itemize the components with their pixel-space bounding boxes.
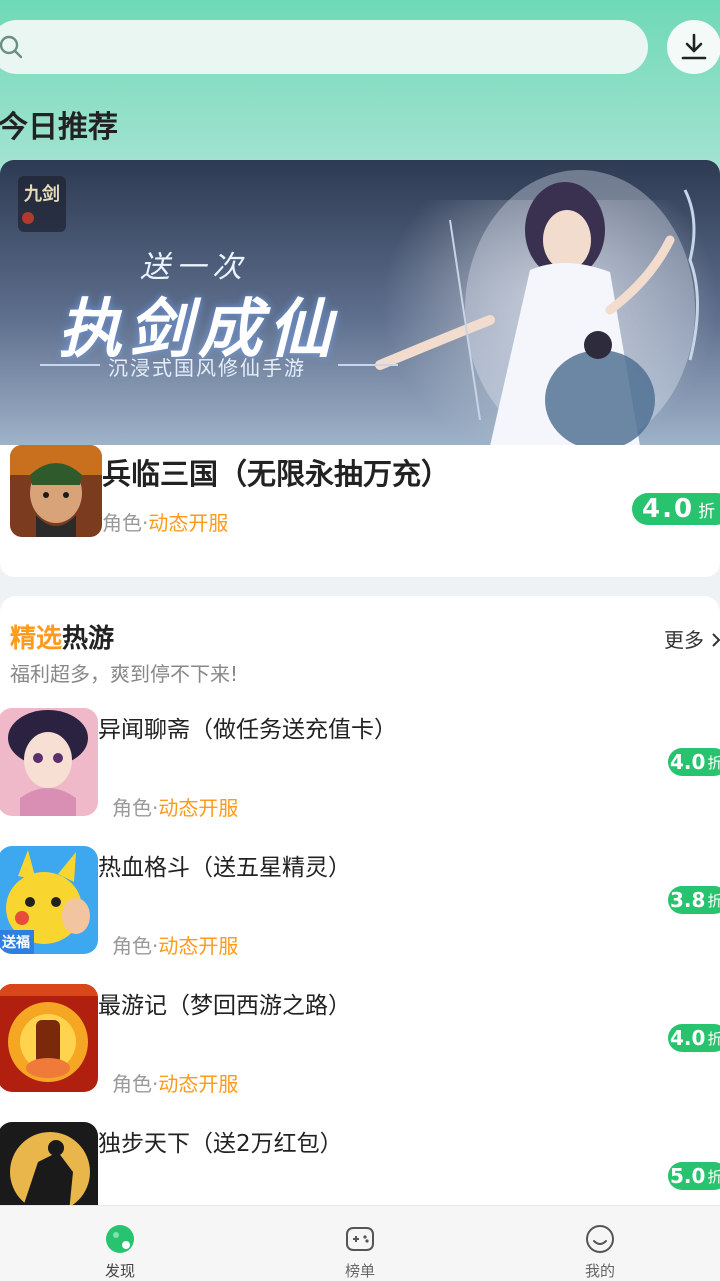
game-icon-rexue[interactable]: 送福 <box>0 846 98 954</box>
discount-value: 4.0 <box>670 1026 706 1050</box>
tab-ranking[interactable]: 榜单 <box>240 1206 480 1281</box>
hot-title-highlight: 精选 <box>10 624 63 654</box>
discount-value: 5.0 <box>670 1164 706 1188</box>
hot-games-section: 精选热游 更多 福利超多，爽到停不下来! 异闻聊斋（做任务送充值卡） 4.0 折 … <box>0 596 720 1230</box>
search-icon <box>0 35 23 59</box>
discount-value: 4.0 <box>670 750 706 774</box>
game-icon-yiwen[interactable] <box>0 708 98 816</box>
discount-unit: 折 <box>707 1167 720 1186</box>
tag-category: 角色 <box>112 1072 152 1096</box>
discount-unit: 折 <box>707 753 720 772</box>
discount-unit: 折 <box>707 891 720 910</box>
tag-category: 角色 <box>112 934 152 958</box>
game-logo: 九剑 <box>18 176 66 232</box>
featured-game-card[interactable]: 兵临三国（无限永抽万充） 角色·动态开服 4.0 折 <box>0 445 720 577</box>
download-button[interactable] <box>667 20 720 74</box>
search-input[interactable] <box>32 34 648 60</box>
tab-label: 我的 <box>584 1262 615 1280</box>
tab-label: 榜单 <box>344 1262 375 1280</box>
banner-divider-left <box>40 364 100 366</box>
download-icon <box>681 33 707 60</box>
more-link[interactable]: 更多 <box>664 624 720 653</box>
tag-category: 角色 <box>112 796 152 820</box>
game-name[interactable]: 独步天下（送2万红包） <box>98 1124 343 1158</box>
hot-section-title: 精选热游 <box>10 618 114 655</box>
featured-game-name[interactable]: 兵临三国（无限永抽万充） <box>102 451 450 493</box>
game-list-item[interactable]: 最游记（梦回西游之路） 4.0 折 角色·动态开服 <box>0 984 720 1104</box>
discount-value: 4.0 <box>642 494 695 524</box>
game-name[interactable]: 异闻聊斋（做任务送充值卡） <box>98 710 397 744</box>
promo-banner[interactable]: 九剑 送一次 执剑成仙 沉浸式国风修仙手游 <box>0 160 720 446</box>
tag-category: 角色 <box>102 511 142 535</box>
game-name[interactable]: 最游记（梦回西游之路） <box>98 986 351 1020</box>
game-tags: 角色·动态开服 <box>112 792 238 821</box>
hot-title-rest: 热游 <box>62 624 115 654</box>
discount-badge: 5.0 折 <box>668 1162 720 1190</box>
game-icon-zuiyouji[interactable] <box>0 984 98 1092</box>
section-title-today: 今日推荐 <box>0 110 118 145</box>
banner-divider-right <box>338 364 398 366</box>
tag-highlight: 动态开服 <box>158 796 239 820</box>
tab-discover[interactable]: 发现 <box>0 1206 240 1281</box>
discount-value: 3.8 <box>670 888 706 912</box>
tab-mine[interactable]: 我的 <box>480 1206 720 1281</box>
tag-highlight: 动态开服 <box>148 511 229 535</box>
bottom-tab-bar: 发现 榜单 我的 <box>0 1205 720 1281</box>
game-list-item[interactable]: 送福 热血格斗（送五星精灵） 3.8 折 角色·动态开服 <box>0 846 720 966</box>
icon-badge: 送福 <box>0 930 34 954</box>
discover-icon <box>106 1225 134 1253</box>
chevron-right-icon <box>712 633 720 647</box>
smiley-icon <box>586 1225 614 1253</box>
game-list-item[interactable]: 异闻聊斋（做任务送充值卡） 4.0 折 角色·动态开服 <box>0 708 720 828</box>
tag-highlight: 动态开服 <box>158 1072 239 1096</box>
discount-unit: 折 <box>707 1029 720 1048</box>
featured-game-tags: 角色·动态开服 <box>102 507 228 536</box>
svg-text:九剑: 九剑 <box>23 183 60 205</box>
tag-highlight: 动态开服 <box>158 934 239 958</box>
discount-badge: 4.0 折 <box>668 1024 720 1052</box>
game-tags: 角色·动态开服 <box>112 1068 238 1097</box>
more-label: 更多 <box>664 628 704 652</box>
discount-badge: 3.8 折 <box>668 886 720 914</box>
search-bar[interactable] <box>0 20 648 74</box>
discount-badge: 4.0 折 <box>668 748 720 776</box>
banner-subtitle: 沉浸式国风修仙手游 <box>108 356 306 380</box>
discount-unit: 折 <box>698 501 716 522</box>
gamepad-icon <box>346 1227 374 1251</box>
game-tags: 角色·动态开服 <box>112 930 238 959</box>
tab-label: 发现 <box>104 1262 135 1280</box>
hot-section-subtitle: 福利超多，爽到停不下来! <box>10 662 239 686</box>
game-icon-binglin[interactable] <box>10 445 102 537</box>
game-name[interactable]: 热血格斗（送五星精灵） <box>98 848 351 882</box>
discount-badge: 4.0 折 <box>632 493 720 525</box>
